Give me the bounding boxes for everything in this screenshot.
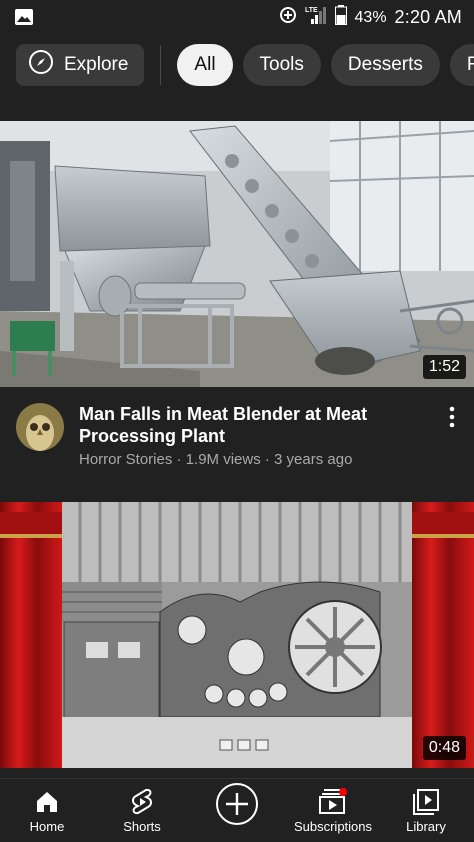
nav-home-label: Home (29, 819, 65, 834)
clock: 2:20 AM (394, 7, 462, 27)
video-duration: 0:48 (422, 736, 466, 760)
filter-chips-bar: Explore All Tools Desserts Re (0, 43, 474, 87)
battery-icon (334, 5, 347, 30)
video-duration: 1:52 (422, 355, 466, 379)
chip-partial[interactable]: Re (449, 44, 474, 86)
channel-avatar[interactable] (16, 403, 64, 451)
nav-shorts-label: Shorts (123, 819, 161, 834)
notification-dot (339, 788, 347, 796)
video-thumbnail[interactable]: 0:48 (0, 502, 474, 768)
meat-processing-machine-image (0, 121, 474, 387)
library-icon (412, 789, 440, 815)
nav-library-label: Library (406, 819, 446, 834)
more-options-icon[interactable] (440, 403, 464, 431)
home-icon (34, 789, 60, 815)
chip-divider (160, 45, 162, 85)
status-bar: LTE 43% 2:20 AM (0, 0, 474, 34)
chip-desserts[interactable]: Desserts (330, 44, 440, 86)
chip-all[interactable]: All (177, 44, 233, 86)
create-button[interactable] (214, 779, 260, 842)
data-saver-icon (279, 6, 297, 29)
video-subtitle: Horror Stories · 1.9M views · 3 years ag… (79, 451, 353, 468)
compass-icon (28, 49, 54, 81)
add-circle-icon (215, 783, 259, 825)
nav-home[interactable]: Home (17, 779, 77, 842)
chip-tools[interactable]: Tools (242, 44, 321, 86)
subscriptions-icon (318, 788, 348, 815)
bottom-navigation: Home Shorts Subscriptions Library (0, 778, 474, 842)
explore-button[interactable]: Explore (16, 44, 145, 86)
network-type: LTE (305, 7, 318, 14)
video-title[interactable]: Man Falls in Meat Blender at Meat Proces… (79, 403, 424, 447)
nav-subscriptions-label: Subscriptions (293, 819, 373, 834)
battery-percent: 43% (354, 8, 387, 26)
explore-label: Explore (64, 54, 129, 75)
nav-subscriptions[interactable]: Subscriptions (288, 779, 378, 842)
video-details[interactable]: Man Falls in Meat Blender at Meat Proces… (0, 387, 474, 487)
shorts-icon (129, 788, 155, 815)
nav-shorts[interactable]: Shorts (112, 779, 172, 842)
gallery-notification-icon (14, 8, 34, 31)
signal-icon: LTE (305, 5, 327, 30)
video-thumbnail[interactable]: 1:52 (0, 121, 474, 387)
nav-library[interactable]: Library (396, 779, 456, 842)
stage-machine-image (0, 502, 474, 768)
